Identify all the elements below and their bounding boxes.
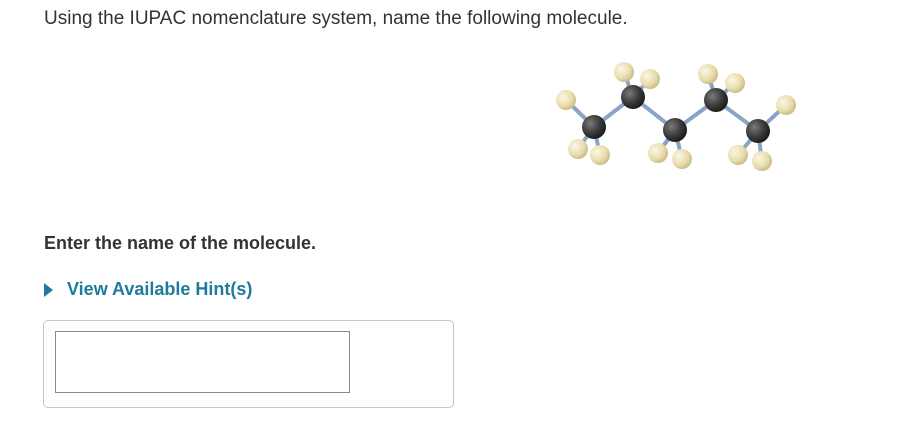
hydrogen-atom — [614, 62, 634, 82]
molecule-name-input[interactable] — [55, 331, 350, 393]
hydrogen-atom — [640, 69, 660, 89]
carbon-atom — [746, 119, 770, 143]
hydrogen-atom — [752, 151, 772, 171]
hydrogen-atom — [776, 95, 796, 115]
carbon-atom — [582, 115, 606, 139]
hydrogen-atom — [568, 139, 588, 159]
hydrogen-atom — [556, 90, 576, 110]
carbon-atom — [704, 88, 728, 112]
answer-prompt: Enter the name of the molecule. — [44, 233, 317, 253]
view-hints-label[interactable]: View Available Hint(s) — [67, 279, 252, 300]
carbon-atom — [621, 85, 645, 109]
answer-panel — [43, 320, 454, 408]
hydrogen-atom — [728, 145, 748, 165]
carbon-atom — [663, 118, 687, 142]
hydrogen-atom — [590, 145, 610, 165]
view-hints-toggle[interactable]: View Available Hint(s) — [44, 279, 252, 300]
caret-right-icon — [44, 282, 53, 297]
question-text: Using the IUPAC nomenclature system, nam… — [44, 8, 628, 29]
ball-and-stick-molecule-icon — [556, 62, 796, 171]
hydrogen-atom — [672, 149, 692, 169]
hydrogen-atom — [725, 73, 745, 93]
hydrogen-atom — [648, 143, 668, 163]
hydrogen-atom — [698, 64, 718, 84]
